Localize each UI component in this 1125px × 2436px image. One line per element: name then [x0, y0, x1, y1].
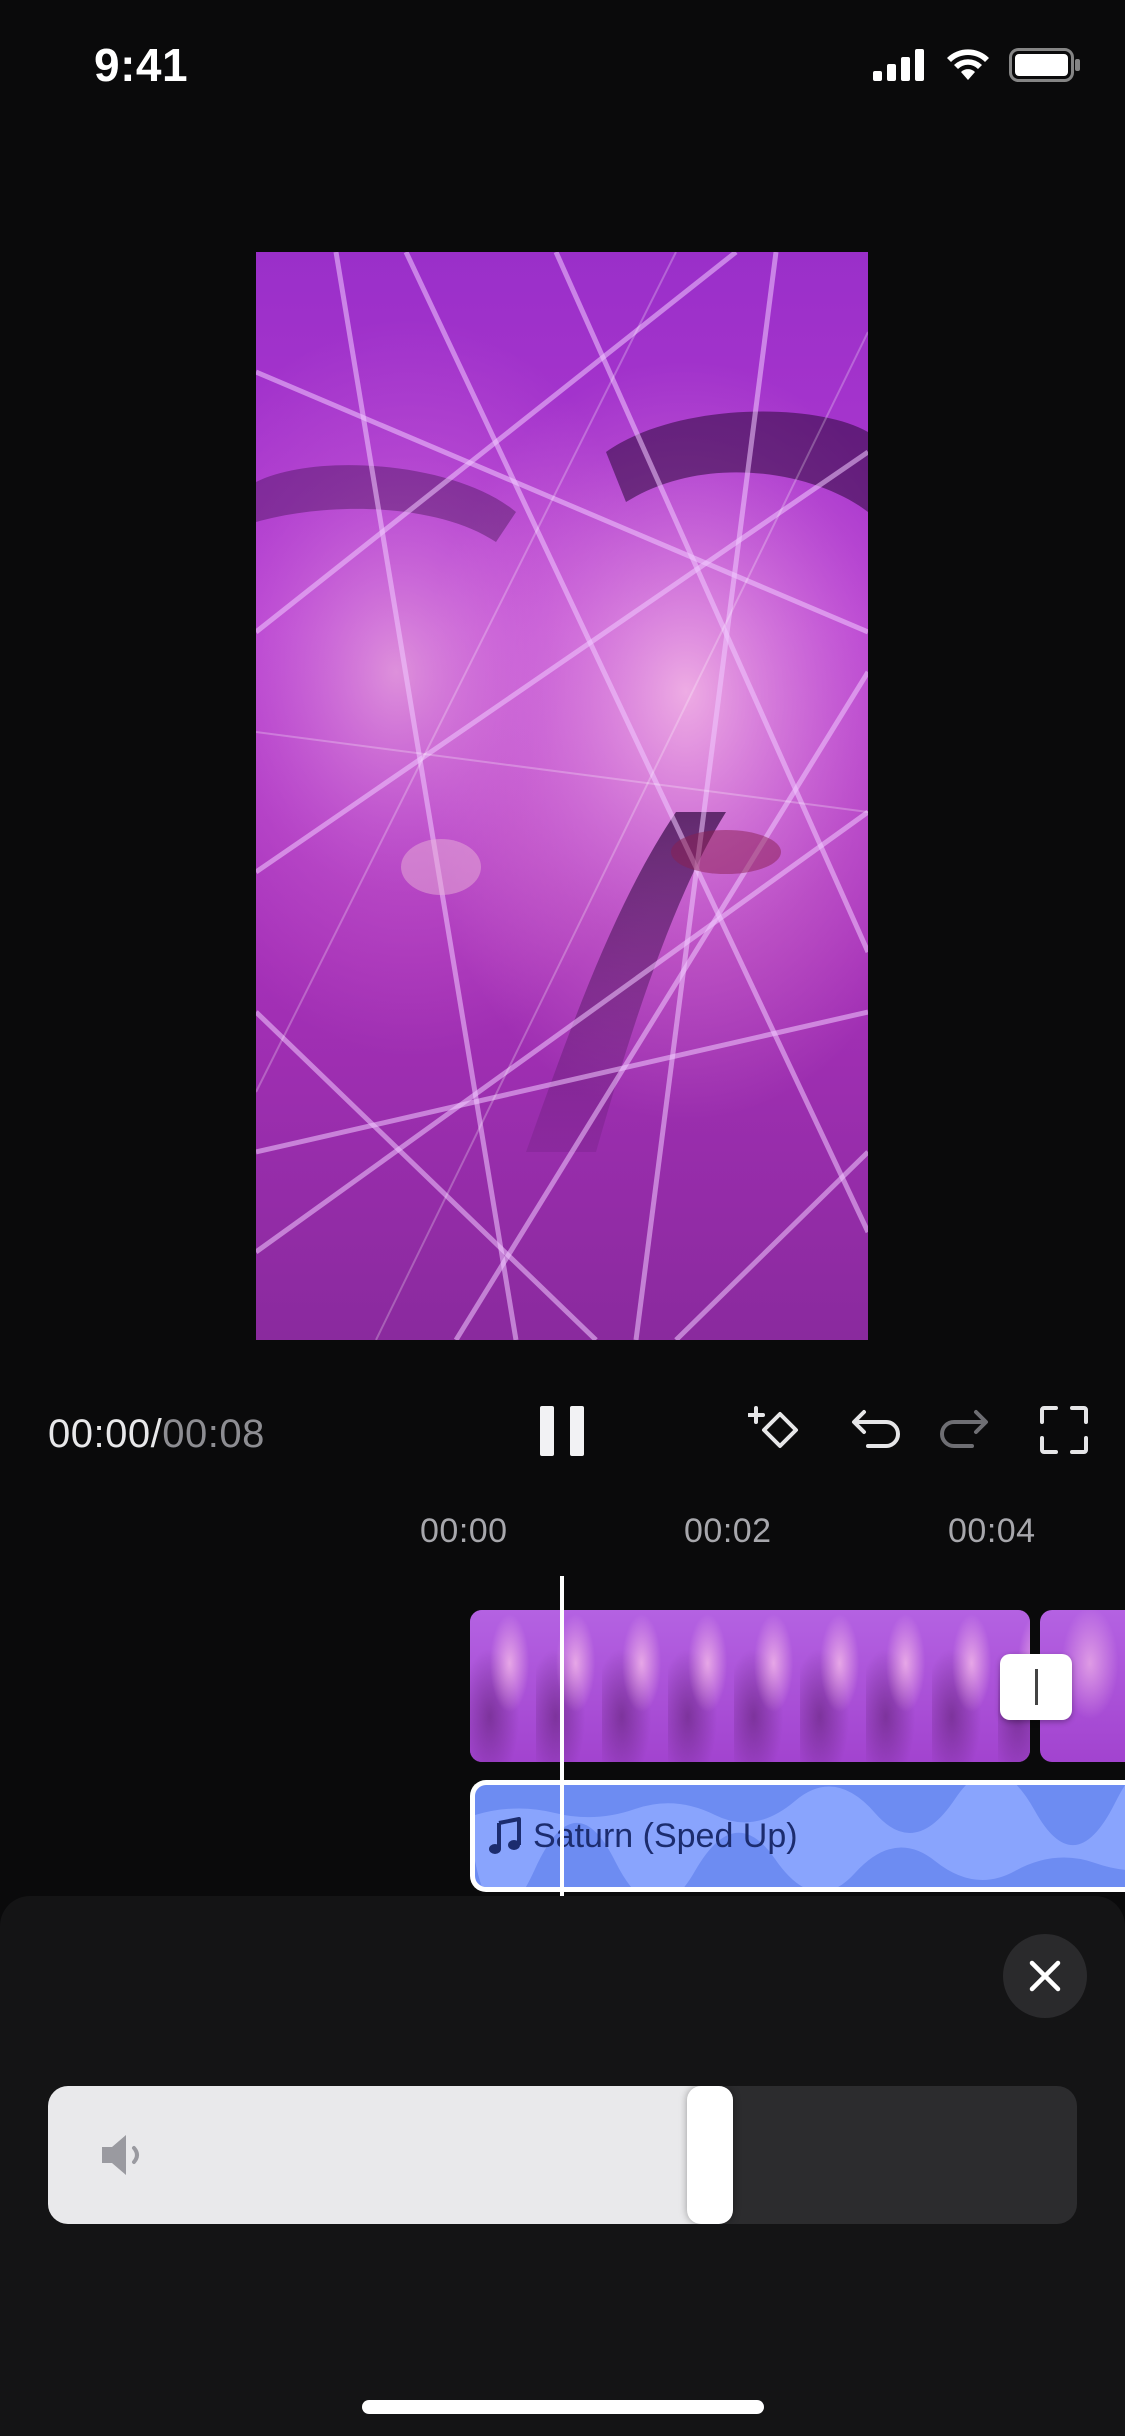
clip-frame: [602, 1610, 669, 1762]
video-editor-screen: 9:41 00:00/00:08 00:00 00:02 00:04 Satur…: [0, 0, 1125, 2436]
ruler-label: 00:04: [948, 1512, 1036, 1550]
redo-icon[interactable]: [938, 1400, 998, 1460]
transition-button[interactable]: [1000, 1654, 1072, 1720]
status-icons: [873, 48, 1081, 82]
clip-frame: [800, 1610, 867, 1762]
clip-frame: [932, 1610, 999, 1762]
battery-icon: [1009, 48, 1080, 82]
close-icon: [1029, 1960, 1061, 1992]
undo-icon[interactable]: [842, 1400, 902, 1460]
volume-slider[interactable]: [48, 2086, 1077, 2224]
audio-clip-label: Saturn (Sped Up): [489, 1785, 798, 1887]
pause-icon: [540, 1406, 554, 1456]
ruler-label: 00:00: [420, 1512, 508, 1550]
time-readout: 00:00/00:08: [48, 1412, 265, 1457]
current-time: 00:00: [48, 1412, 151, 1456]
volume-slider-thumb[interactable]: [687, 2086, 733, 2224]
audio-clip[interactable]: Saturn (Sped Up): [470, 1780, 1125, 1892]
clip-frame: [470, 1610, 537, 1762]
audio-clip-title: Saturn (Sped Up): [533, 1816, 798, 1855]
speaker-icon: [102, 2135, 139, 2175]
clip-frame: [866, 1610, 933, 1762]
close-button[interactable]: [1003, 1934, 1087, 2018]
playhead[interactable]: [560, 1576, 564, 1896]
fullscreen-icon[interactable]: [1034, 1400, 1094, 1460]
preview-image: [256, 252, 868, 1340]
time-separator: /: [150, 1412, 163, 1456]
video-preview[interactable]: [256, 252, 868, 1340]
video-clip[interactable]: [470, 1610, 1030, 1762]
status-time: 9:41: [94, 39, 189, 91]
wifi-icon: [947, 49, 989, 80]
clip-frame: [536, 1610, 603, 1762]
keyframe-add-icon[interactable]: [748, 1400, 808, 1460]
pause-button[interactable]: [540, 1406, 584, 1456]
transition-icon: [1034, 1669, 1038, 1705]
cellular-signal-icon: [873, 49, 924, 81]
volume-sheet: [0, 1896, 1125, 2436]
home-indicator: [362, 2400, 764, 2414]
total-time: 00:08: [162, 1412, 265, 1456]
music-note-icon: [489, 1817, 521, 1854]
ruler-label: 00:02: [684, 1512, 772, 1550]
clip-frame: [668, 1610, 735, 1762]
clip-frame: [734, 1610, 801, 1762]
